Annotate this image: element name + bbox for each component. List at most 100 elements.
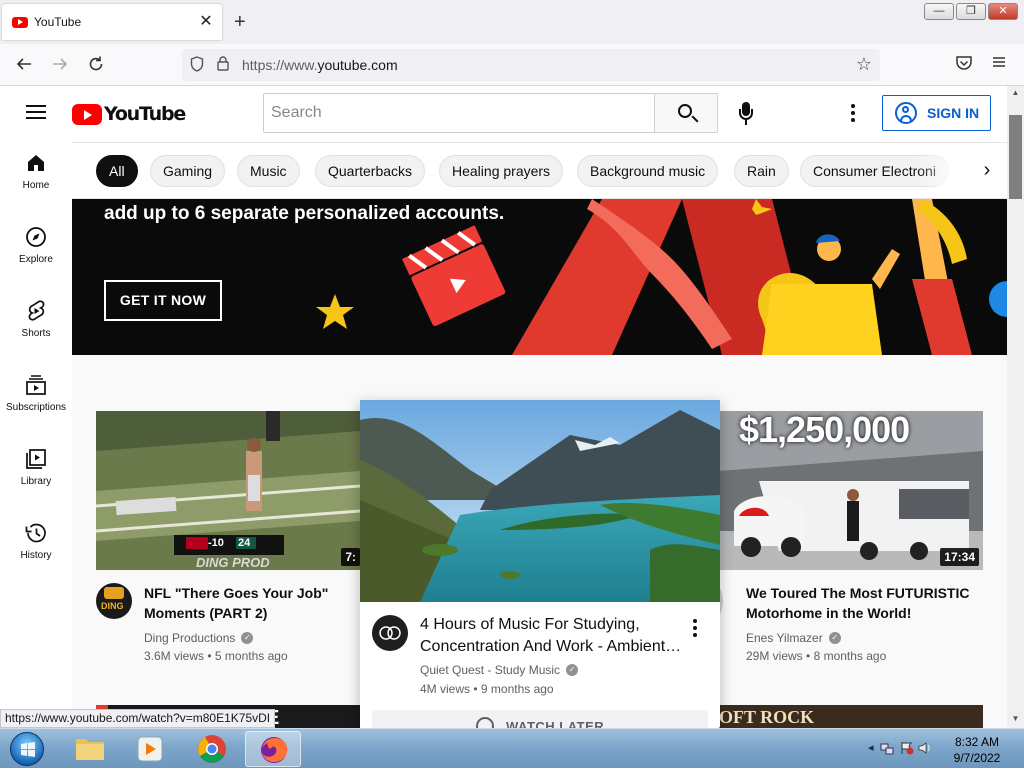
taskbar-clock[interactable]: 8:32 AM 9/7/2022 xyxy=(942,734,1012,766)
video-thumbnail[interactable] xyxy=(360,400,720,602)
youtube-play-icon xyxy=(72,103,102,125)
address-bar[interactable]: https://www.youtube.com ☆ xyxy=(182,49,880,81)
search-button[interactable] xyxy=(654,93,718,133)
close-tab-icon[interactable]: ✕ xyxy=(196,12,216,32)
watch-later-button[interactable]: WATCH LATER xyxy=(372,710,708,728)
channel-name[interactable]: Enes Yilmazer ✓ xyxy=(746,631,841,645)
taskbar: ◂ 8:32 AM 9/7/2022 xyxy=(0,728,1024,768)
video-card[interactable]: $1,250,000 17:34 We Toured The Most FUTU… xyxy=(703,411,983,671)
channel-name[interactable]: Quiet Quest - Study Music ✓ xyxy=(420,663,579,677)
history-icon xyxy=(0,520,72,546)
chrome-icon xyxy=(198,735,226,763)
guide-item-library[interactable]: Library xyxy=(0,438,72,508)
app-menu-icon[interactable] xyxy=(991,54,1007,74)
link-status-bar: https://www.youtube.com/watch?v=m80E1K75… xyxy=(0,709,276,728)
microphone-icon[interactable] xyxy=(736,102,756,126)
video-metadata: 29M views • 8 months ago xyxy=(746,649,887,663)
video-actions-menu-icon[interactable] xyxy=(693,619,697,640)
chip-background-music[interactable]: Background music xyxy=(577,155,719,187)
chip-gaming[interactable]: Gaming xyxy=(150,155,226,187)
search-input[interactable] xyxy=(263,93,655,133)
chip-healing-prayers[interactable]: Healing prayers xyxy=(439,155,564,187)
forward-arrow-icon[interactable] xyxy=(50,54,70,78)
system-tray: ◂ 8:32 AM 9/7/2022 xyxy=(862,729,1024,769)
thumbnail-watermark: DING PROD xyxy=(196,555,270,570)
url-text: https://www.youtube.com xyxy=(242,57,398,73)
taskbar-chrome[interactable] xyxy=(184,731,240,767)
firefox-icon xyxy=(261,737,288,763)
close-window-button[interactable]: ✕ xyxy=(988,3,1018,20)
banner-text: add up to 6 separate personalized accoun… xyxy=(104,203,505,224)
channel-avatar[interactable]: DING xyxy=(96,583,132,619)
volume-icon[interactable] xyxy=(918,741,932,755)
guide-item-history[interactable]: History xyxy=(0,512,72,582)
minimize-button[interactable]: — xyxy=(924,3,954,20)
get-it-now-button[interactable]: GET IT NOW xyxy=(104,280,222,321)
chip-music[interactable]: Music xyxy=(237,155,300,187)
watch-later-label: WATCH LATER xyxy=(506,719,605,728)
windows-logo-icon xyxy=(10,732,44,766)
video-thumbnail[interactable]: OFT ROCK xyxy=(719,705,983,728)
guide-item-explore[interactable]: Explore xyxy=(0,216,72,286)
video-title[interactable]: NFL "There Goes Your Job" Moments (PART 2… xyxy=(144,583,354,623)
clock-time: 8:32 AM xyxy=(954,735,1000,749)
verified-check-icon: ✓ xyxy=(828,632,841,644)
guide-menu-icon[interactable] xyxy=(26,105,46,119)
guide-item-home[interactable]: Home xyxy=(0,142,72,212)
start-button[interactable] xyxy=(4,730,50,768)
video-card-hover-preview[interactable]: 4 Hours of Music For Studying, Concentrat… xyxy=(360,400,720,728)
reload-icon[interactable] xyxy=(86,54,106,78)
video-duration: 7: xyxy=(341,548,360,566)
account-icon xyxy=(895,102,917,124)
video-thumbnail[interactable]: -10 24 DING PROD 7: xyxy=(96,411,360,570)
guide-label: Explore xyxy=(19,254,53,265)
video-card[interactable]: -10 24 DING PROD 7: DING NFL "There Goes… xyxy=(96,411,360,671)
youtube-logo[interactable]: YouTube xyxy=(72,103,186,125)
sign-in-label: SIGN IN xyxy=(927,105,980,121)
new-tab-button[interactable]: + xyxy=(234,12,246,32)
browser-tab-youtube[interactable]: YouTube ✕ xyxy=(2,4,222,40)
taskbar-firefox[interactable] xyxy=(245,731,301,767)
guide-item-subscriptions[interactable]: Subscriptions xyxy=(0,364,72,434)
verified-check-icon: ✓ xyxy=(241,632,254,644)
action-center-flag-icon[interactable] xyxy=(900,741,914,755)
sign-in-button[interactable]: SIGN IN xyxy=(882,95,991,131)
video-title[interactable]: We Toured The Most FUTURISTIC Motorhome i… xyxy=(746,583,978,623)
promo-banner: add up to 6 separate personalized accoun… xyxy=(72,199,1007,355)
guide-item-shorts[interactable]: Shorts xyxy=(0,290,72,360)
media-player-icon xyxy=(137,736,163,762)
shield-icon[interactable] xyxy=(184,55,210,75)
show-hidden-icons[interactable]: ◂ xyxy=(868,741,874,754)
scroll-up-arrow-icon[interactable]: ▲ xyxy=(1009,88,1022,100)
channel-avatar[interactable] xyxy=(372,615,408,651)
channel-name[interactable]: Ding Productions ✓ xyxy=(144,631,254,645)
home-icon xyxy=(0,150,72,176)
guide-label: Subscriptions xyxy=(5,402,67,413)
restore-button[interactable]: ❐ xyxy=(956,3,986,20)
bookmark-star-icon[interactable]: ☆ xyxy=(856,54,872,75)
chip-rain[interactable]: Rain xyxy=(734,155,789,187)
video-metadata: 4M views • 9 months ago xyxy=(420,682,554,696)
chip-quarterbacks[interactable]: Quarterbacks xyxy=(315,155,426,187)
guide-label: Shorts xyxy=(21,328,51,339)
pocket-icon[interactable] xyxy=(955,54,973,76)
chevron-right-icon[interactable]: › xyxy=(967,143,1007,198)
chip-all[interactable]: All xyxy=(96,155,138,187)
youtube-favicon-icon xyxy=(12,16,28,28)
masthead: YouTube SIGN IN xyxy=(0,86,1007,142)
scroll-down-arrow-icon[interactable]: ▼ xyxy=(1009,714,1022,726)
video-title[interactable]: 4 Hours of Music For Studying, Concentrat… xyxy=(420,614,690,658)
taskbar-media-player[interactable] xyxy=(122,731,178,767)
compass-icon xyxy=(0,224,72,250)
network-icon[interactable] xyxy=(880,741,894,755)
lock-icon[interactable] xyxy=(210,56,236,74)
shorts-icon xyxy=(0,298,72,324)
back-arrow-icon[interactable] xyxy=(14,54,34,78)
video-metadata: 3.6M views • 5 months ago xyxy=(144,649,288,663)
tab-title: YouTube xyxy=(34,15,82,29)
video-thumbnail[interactable]: $1,250,000 17:34 xyxy=(719,411,983,570)
guide-label: Home xyxy=(22,180,50,191)
taskbar-file-explorer[interactable] xyxy=(62,731,118,767)
scrollbar-thumb[interactable] xyxy=(1009,115,1022,199)
settings-more-icon[interactable] xyxy=(851,104,855,125)
